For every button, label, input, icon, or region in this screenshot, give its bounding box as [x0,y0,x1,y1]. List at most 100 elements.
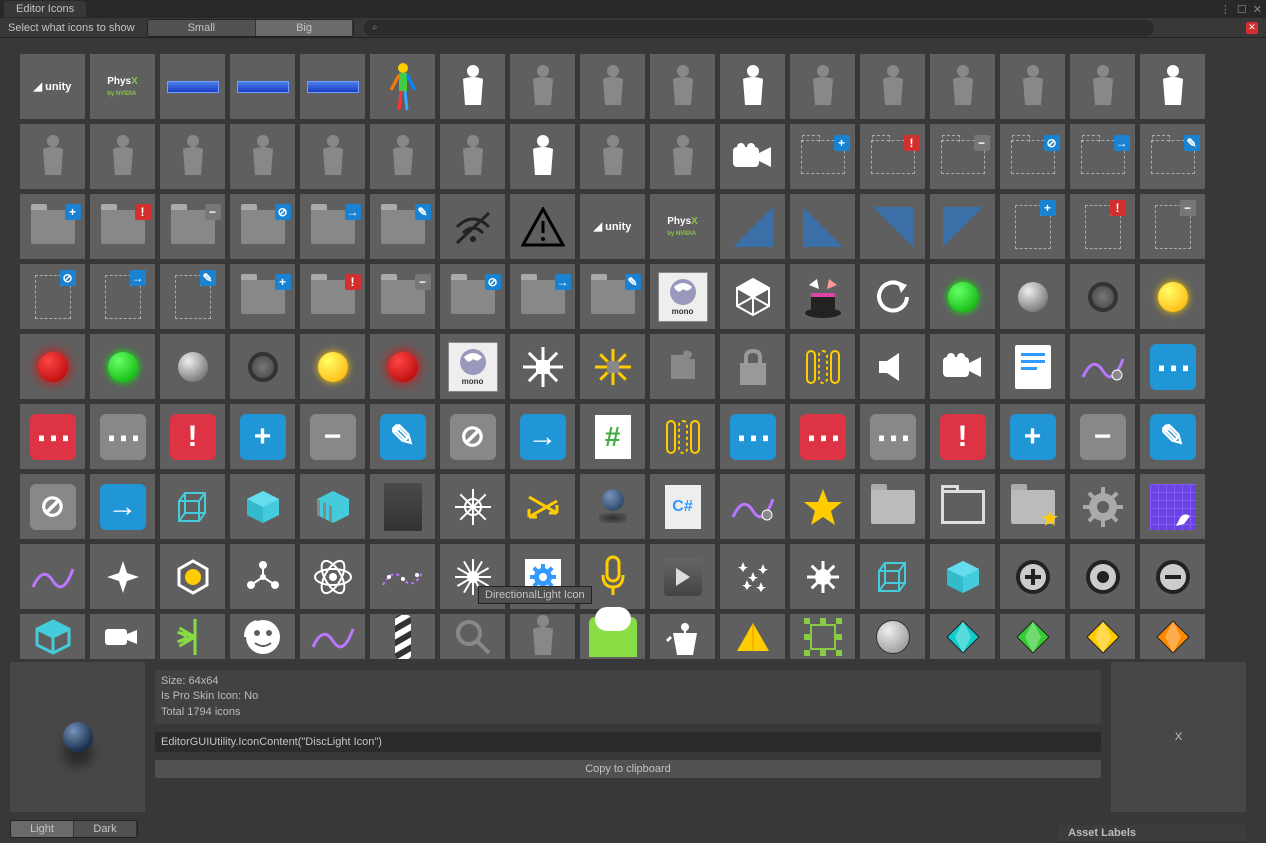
avatar-color-icon[interactable] [370,54,435,119]
sparkles-icon[interactable] [720,544,785,609]
tab-editor-icons[interactable]: Editor Icons [4,1,86,17]
size-small-button[interactable]: Small [148,20,257,36]
exclaim-red-2-icon[interactable]: ! [930,404,995,469]
bodypart-2-icon[interactable] [860,54,925,119]
grid-paint-blue-icon[interactable] [1140,474,1205,539]
sphere-gray-icon[interactable] [860,614,925,659]
hand-outline-icon[interactable] [1070,54,1135,119]
green-yarn-icon[interactable] [930,264,995,329]
swap-arrows-yellow-icon[interactable] [510,474,575,539]
code-snippet[interactable]: EditorGUIUtility.IconContent("DiscLight … [155,732,1101,752]
arrow-blue-2-icon[interactable]: → [90,474,155,539]
unity-icon[interactable]: ◢ unity [20,54,85,119]
graph-purple-icon[interactable] [1070,334,1135,399]
ring-icon[interactable] [1070,264,1135,329]
cube-solid-blue-2-icon[interactable] [930,544,995,609]
wave-purple-2-icon[interactable] [20,544,85,609]
slab-dark-icon[interactable] [370,474,435,539]
diamond-yellow-icon[interactable] [1070,614,1135,659]
molecule-icon[interactable] [230,544,295,609]
diamond-green-icon[interactable] [1000,614,1065,659]
tri-tr-blue-icon[interactable] [860,194,925,259]
exclaim-red-icon[interactable]: ! [160,404,225,469]
hex-yellow-icon[interactable] [160,544,225,609]
cube-wire-blue-icon[interactable] [160,474,225,539]
folder-outline-thick-icon[interactable] [930,474,995,539]
minus-gray-2-icon[interactable]: − [1070,404,1135,469]
gear-blue-icon[interactable] [510,544,575,609]
diamond-orange-icon[interactable] [1140,614,1205,659]
face-circle-icon[interactable] [230,614,295,659]
radio-minus-icon[interactable] [1140,544,1205,609]
torso-2-icon[interactable] [650,124,715,189]
folder-dashed-arrow-blue-icon[interactable]: → [1070,124,1135,189]
folder-minus-gray-icon[interactable]: − [160,194,225,259]
folder-dashed-plus-blue-icon[interactable]: + [790,124,855,189]
more-gray-icon[interactable]: ⋯ [90,404,155,469]
tri-bl-blue-icon[interactable] [790,194,855,259]
doc-dashed-pencil-blue-icon[interactable]: ✎ [160,264,225,329]
more-blue-2-icon[interactable]: ⋯ [720,404,785,469]
star-yellow-icon[interactable] [790,474,855,539]
tri-br-blue-icon[interactable] [720,194,785,259]
sun-yellow-icon[interactable] [580,334,645,399]
resize-handles-icon[interactable] [790,614,855,659]
head-icon[interactable] [650,54,715,119]
lock-icon[interactable] [720,334,785,399]
radio-plus-icon[interactable] [1000,544,1065,609]
tri-tl-blue-icon[interactable] [930,194,995,259]
radio-dot-icon[interactable] [1070,544,1135,609]
warning-triangle-icon[interactable] [510,194,575,259]
red-glow-icon[interactable] [20,334,85,399]
avatar-white-icon[interactable] [440,54,505,119]
hand-white-icon[interactable] [1140,54,1205,119]
ring-2-icon[interactable] [230,334,295,399]
folder-pencil-blue-2-icon[interactable]: ✎ [580,264,645,329]
folder-dashed-minus-gray-icon[interactable]: − [930,124,995,189]
plus-blue-2-icon[interactable]: + [1000,404,1065,469]
yellow-yarn-icon[interactable] [1140,264,1205,329]
folder-noentry-blue-icon[interactable]: ⊘ [230,194,295,259]
sun-rays-icon[interactable] [440,474,505,539]
cloud-green-icon[interactable] [580,614,645,659]
mic-yellow-icon[interactable] [580,544,645,609]
physx-icon[interactable]: PhysXby NVIDIA [90,54,155,119]
copy-to-clipboard-button[interactable]: Copy to clipboard [155,760,1101,778]
columns-yellow-icon[interactable] [790,334,855,399]
wave-purple-3-icon[interactable] [300,614,365,659]
sphere-shadow-icon[interactable] [580,474,645,539]
arm-2-icon[interactable] [370,124,435,189]
minus-gray-icon[interactable]: − [300,404,365,469]
camera-sm-icon[interactable] [90,614,155,659]
physx-2-icon[interactable]: PhysXby NVIDIA [650,194,715,259]
hash-doc-icon[interactable]: # [580,404,645,469]
arrow-blue-icon[interactable]: → [510,404,575,469]
bodypart-4-icon[interactable] [1000,54,1065,119]
search-input[interactable]: ⌕ [364,20,1154,36]
magic-hat-icon[interactable] [790,264,855,329]
window-close-icon[interactable]: ✕ [1253,3,1262,16]
unity-2-icon[interactable]: ◢ unity [580,194,645,259]
window-maximize-icon[interactable]: ☐ [1237,3,1247,16]
size-big-button[interactable]: Big [256,20,353,36]
noentry-gray-2-icon[interactable]: ⊘ [20,474,85,539]
refresh-c-icon[interactable] [860,264,925,329]
sun-burst-icon[interactable] [440,544,505,609]
cube-hollow-icon[interactable] [20,614,85,659]
folder-minus-gray-2-icon[interactable]: − [370,264,435,329]
bodypart-3-icon[interactable] [930,54,995,119]
torso-icon[interactable] [580,124,645,189]
cube-stripe-blue-icon[interactable] [300,474,365,539]
folder-dashed-pencil-blue-icon[interactable]: ✎ [1140,124,1205,189]
camera-white-icon[interactable] [720,124,785,189]
avatar-orange-icon[interactable] [510,614,575,659]
arm-icon[interactable] [230,124,295,189]
barber-icon[interactable] [370,614,435,659]
wifi-off-icon[interactable] [440,194,505,259]
doc-dashed-plus-blue-icon[interactable]: + [1000,194,1065,259]
leg-2-icon[interactable] [90,124,155,189]
pencil-blue-2-icon[interactable]: ✎ [1140,404,1205,469]
doc-lines-blue-icon[interactable] [1000,334,1065,399]
folder-noentry-blue-2-icon[interactable]: ⊘ [440,264,505,329]
clear-button[interactable]: ✕ [1246,22,1258,34]
